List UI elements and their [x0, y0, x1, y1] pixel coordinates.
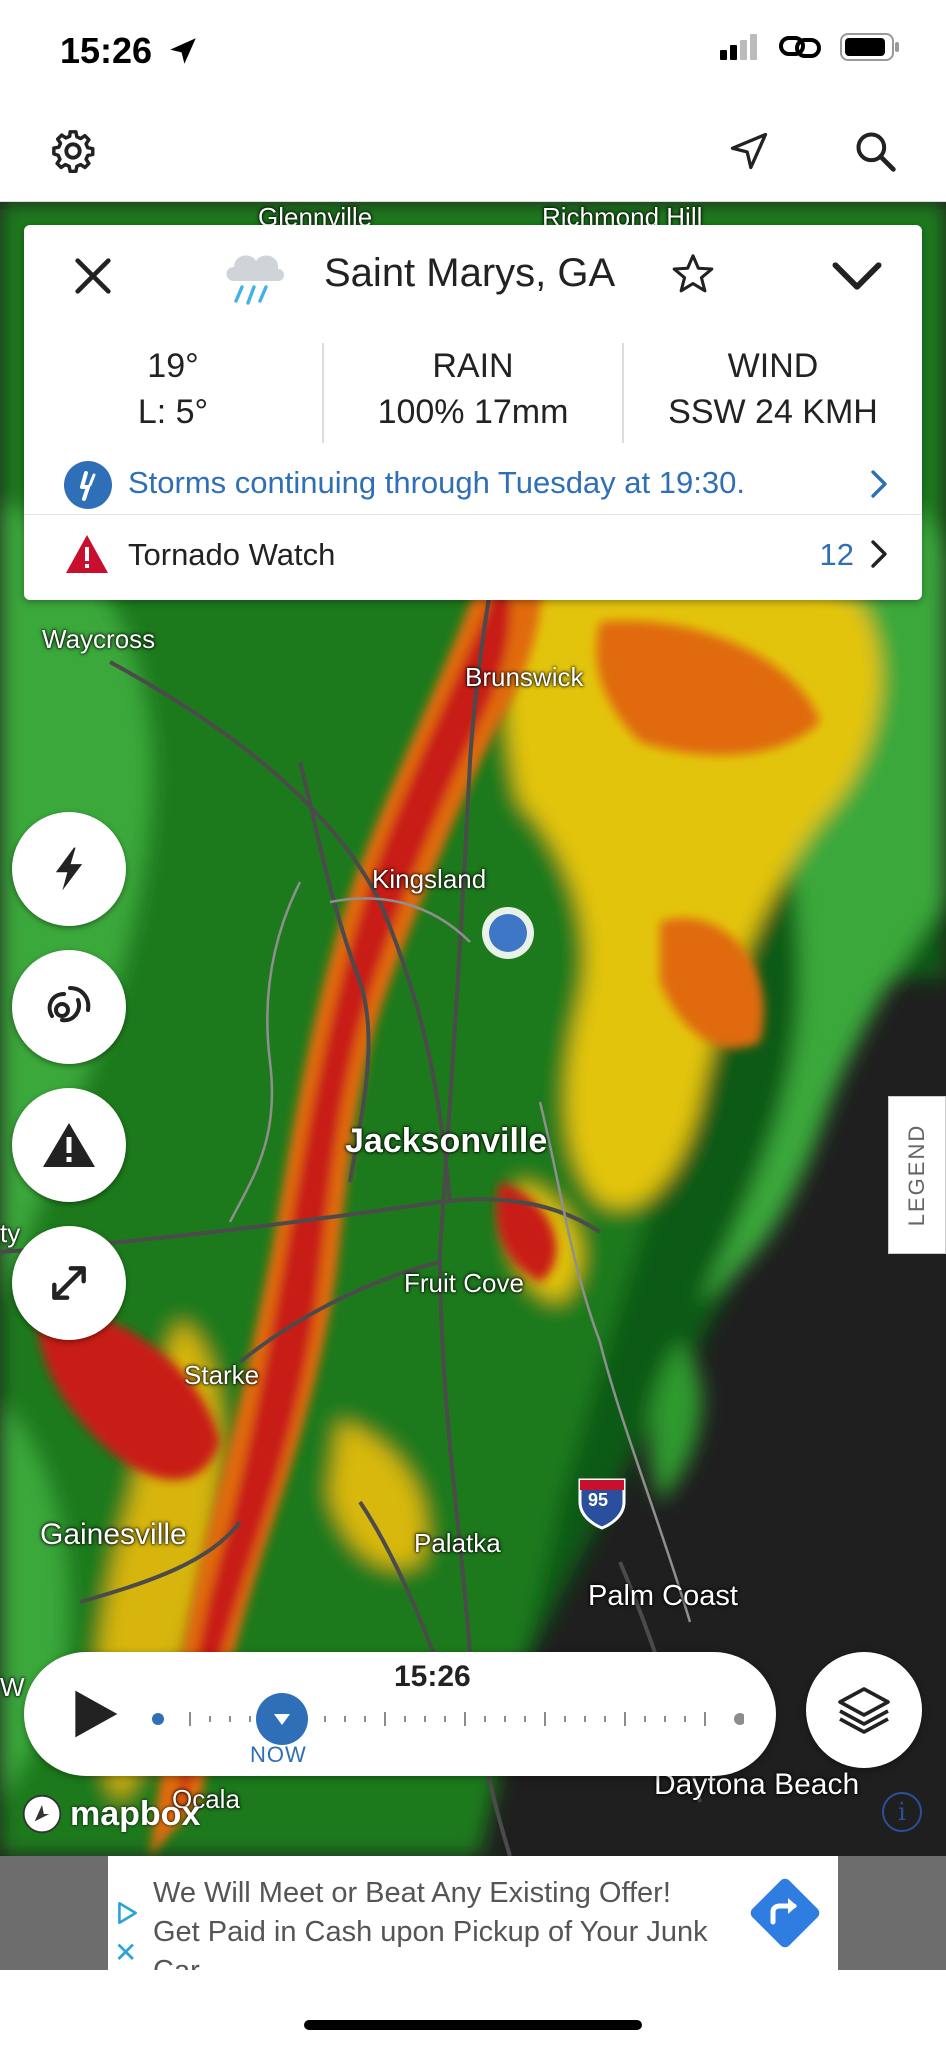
weather-card: Saint Marys, GA 19° L: 5° RAIN 100% 17mm… [24, 225, 922, 600]
city-label-brunswick: Brunswick [465, 662, 584, 692]
temperature-value: 19° [147, 347, 199, 385]
alert-title: Tornado Watch [128, 537, 336, 572]
legend-label: LEGEND [904, 1123, 930, 1227]
home-indicator[interactable] [304, 2020, 642, 2030]
search-icon [856, 132, 896, 172]
wind-value: SSW 24 KMH [668, 393, 878, 431]
status-bar: 15:26 [0, 0, 946, 100]
cellular-signal-icon [720, 34, 757, 60]
ad-close-button[interactable]: ✕ [114, 1936, 137, 1969]
wind-stat: WIND SSW 24 KMH [624, 343, 922, 443]
chevron-down-icon[interactable] [830, 253, 884, 299]
status-icons [720, 32, 900, 62]
timeline-track[interactable] [144, 1704, 744, 1734]
close-icon[interactable] [70, 253, 116, 299]
rain-cloud-icon [226, 255, 284, 305]
temperature-stat: 19° L: 5° [24, 343, 322, 443]
city-label-starke: Starke [184, 1360, 260, 1390]
directions-arrow-icon[interactable] [748, 1876, 822, 1950]
temperature-low: L: 5° [137, 393, 209, 431]
chevron-right-icon [871, 540, 887, 568]
city-label-palatka: Palatka [414, 1528, 501, 1558]
ad-bar: ✕ We Will Meet or Beat Any Existing Offe… [0, 1856, 946, 1987]
home-bar [0, 1970, 946, 2048]
top-toolbar [0, 100, 946, 202]
play-icon[interactable] [66, 1686, 122, 1742]
signal-icon [47, 986, 91, 1023]
rain-value: 100% 17mm [377, 393, 569, 431]
warning-icon [43, 1123, 95, 1167]
chevron-right-icon [871, 470, 887, 498]
layers-button[interactable] [806, 1652, 922, 1768]
layers-icon [838, 1687, 890, 1734]
city-label-kingsland: Kingsland [372, 864, 487, 894]
timeline-time: 15:26 [394, 1660, 471, 1693]
mapbox-text: mapbox [70, 1794, 201, 1833]
expand-button[interactable] [12, 1226, 126, 1340]
storm-forecast-icon [64, 461, 112, 509]
mapbox-logo-icon [22, 1794, 62, 1834]
timeline-now-label: NOW [250, 1742, 307, 1767]
settings-icon [52, 130, 95, 174]
ad-banner[interactable]: ✕ We Will Meet or Beat Any Existing Offe… [108, 1856, 838, 1987]
radar-timeline: 15:26 NOW [24, 1652, 776, 1776]
lightning-button[interactable] [12, 812, 126, 926]
warning-triangle-icon [66, 535, 108, 573]
ad-choices-icon[interactable] [114, 1900, 140, 1926]
battery-icon [840, 33, 899, 61]
settings-button[interactable] [46, 124, 100, 178]
legend-tab[interactable]: LEGEND [888, 1096, 946, 1254]
alert-count: 12 [819, 537, 854, 572]
timeline-scrubber[interactable] [255, 1692, 309, 1746]
city-label-edge-w: W [0, 1672, 25, 1702]
forecast-text: Storms continuing through Tuesday at 19:… [128, 465, 745, 500]
star-icon[interactable] [670, 251, 716, 297]
city-label-waycross: Waycross [42, 624, 156, 654]
tornado-watch-row[interactable]: Tornado Watch 12 [24, 515, 922, 595]
search-button[interactable] [848, 124, 902, 178]
location-services-icon [170, 38, 196, 64]
weather-stats: 19° L: 5° RAIN 100% 17mm WIND SSW 24 KMH [24, 343, 922, 443]
lightning-icon [55, 847, 83, 891]
city-label-palm-coast: Palm Coast [588, 1580, 738, 1612]
warnings-button[interactable] [12, 1088, 126, 1202]
rain-label: RAIN [432, 347, 514, 385]
status-time: 15:26 [60, 30, 153, 71]
rain-stat: RAIN 100% 17mm [322, 343, 624, 443]
hotspot-link-icon [779, 36, 821, 58]
city-label-gainesville: Gainesville [40, 1518, 187, 1551]
location-title: Saint Marys, GA [324, 251, 616, 295]
forecast-row[interactable]: Storms continuing through Tuesday at 19:… [24, 453, 922, 515]
mapbox-attribution[interactable]: mapbox [20, 1792, 200, 1836]
expand-icon [52, 1266, 86, 1300]
wind-label: WIND [727, 347, 819, 385]
city-label-jacksonville: Jacksonville [345, 1122, 548, 1160]
navigation-arrow-icon [730, 132, 768, 170]
info-icon[interactable]: i [882, 1792, 922, 1832]
interstate-number: 95 [588, 1490, 609, 1510]
city-label-edge: ty [0, 1218, 21, 1248]
signal-button[interactable] [12, 950, 126, 1064]
my-location-button[interactable] [722, 124, 776, 178]
city-label-fruit-cove: Fruit Cove [404, 1268, 524, 1298]
